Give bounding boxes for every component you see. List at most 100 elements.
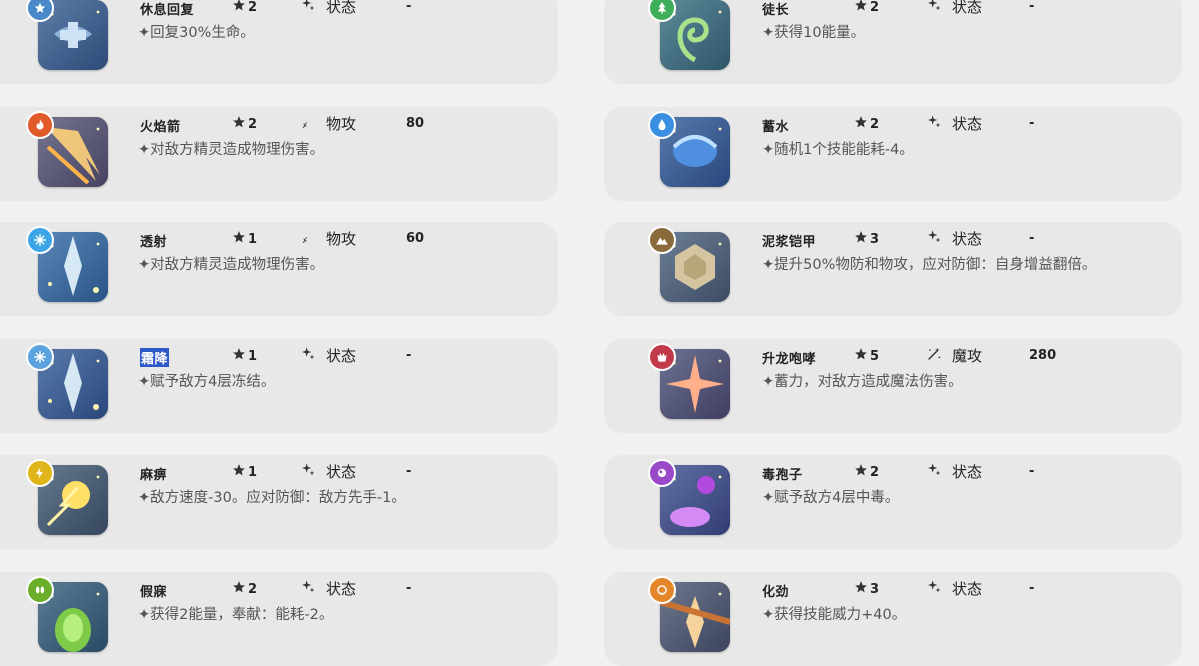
- skill-description: ✦提升50%物防和物攻，应对防御：自身增益翻倍。: [762, 257, 1097, 273]
- skill-name: 假寐: [140, 585, 168, 600]
- star-icon: [232, 347, 246, 365]
- skill-power: -: [1029, 231, 1035, 246]
- energy-cost: 1: [232, 463, 257, 481]
- cost-value: 2: [248, 0, 258, 15]
- skill-category: 状态: [926, 228, 982, 249]
- sparkle-icon: [926, 229, 942, 249]
- skill-card[interactable]: 休息回复 2 状态 - ✦回复30%生命。: [0, 0, 558, 84]
- energy-cost: 3: [854, 230, 879, 248]
- cost-value: 5: [870, 348, 880, 364]
- sparkle-icon: [926, 0, 942, 17]
- skill-card[interactable]: 蓄水 2 状态 - ✦随机1个技能能耗-4。: [604, 107, 1182, 201]
- skill-category: 状态: [300, 461, 356, 482]
- skill-card[interactable]: 升龙咆哮 5 魔攻 280 ✦蓄力，对敌方造成魔法伤害。: [604, 339, 1182, 433]
- skill-card[interactable]: 泥浆铠甲 3 状态 - ✦提升50%物防和物攻，应对防御：自身增益翻倍。: [604, 222, 1182, 316]
- water-type-icon: [648, 111, 676, 139]
- energy-cost: 2: [232, 580, 257, 598]
- skill-power: -: [1029, 581, 1035, 596]
- magic-icon: [926, 346, 942, 366]
- skill-name: 毒孢子: [762, 468, 803, 483]
- energy-cost: 2: [854, 115, 879, 133]
- category-label: 魔攻: [952, 347, 983, 365]
- electric-type-icon: [26, 459, 54, 487]
- skill-power: -: [406, 0, 412, 14]
- ice-type-icon: [26, 343, 54, 371]
- skill-description: ✦赋予敌方4层冻结。: [138, 374, 276, 390]
- ground-type-icon: [648, 226, 676, 254]
- skill-card[interactable]: 火焰箭 2 物攻 80 ✦对敌方精灵造成物理伤害。: [0, 107, 558, 201]
- poison-type-icon: [648, 459, 676, 487]
- energy-cost: 2: [232, 115, 257, 133]
- energy-cost: 2: [854, 0, 879, 16]
- skill-description: ✦获得10能量。: [762, 25, 866, 41]
- skill-card[interactable]: 透射 1 物攻 60 ✦对敌方精灵造成物理伤害。: [0, 222, 558, 316]
- skill-power: -: [406, 348, 412, 363]
- sword-icon: [300, 229, 316, 249]
- skill-power: -: [1029, 116, 1035, 131]
- category-label: 状态: [326, 463, 357, 481]
- skill-name: 泥浆铠甲: [762, 235, 817, 250]
- skill-description: ✦对敌方精灵造成物理伤害。: [138, 257, 325, 273]
- ice-type-icon: [26, 226, 54, 254]
- skill-card[interactable]: 假寐 2 状态 - ✦获得2能量，奉献：能耗-2。: [0, 572, 558, 666]
- fighting-type-icon: [648, 576, 676, 604]
- skill-card[interactable]: 霜降 1 状态 - ✦赋予敌方4层冻结。: [0, 339, 558, 433]
- category-label: 状态: [326, 347, 357, 365]
- star-icon: [854, 0, 868, 16]
- skill-card[interactable]: 化劲 3 状态 - ✦获得技能威力+40。: [604, 572, 1182, 666]
- skill-description: ✦赋予敌方4层中毒。: [762, 490, 900, 506]
- skill-name: 化劲: [762, 585, 790, 600]
- skill-category: 魔攻: [926, 345, 982, 366]
- star-icon: [232, 230, 246, 248]
- cost-value: 1: [248, 348, 258, 364]
- energy-cost: 5: [854, 347, 879, 365]
- energy-cost: 1: [232, 230, 257, 248]
- dragon-type-icon: [648, 343, 676, 371]
- skill-description: ✦敌方速度-30。应对防御：敌方先手-1。: [138, 490, 406, 506]
- skill-name: 徒长: [762, 3, 790, 18]
- skill-description: ✦回复30%生命。: [138, 25, 255, 41]
- cost-value: 2: [248, 116, 258, 132]
- skill-category: 状态: [926, 461, 982, 482]
- cost-value: 3: [870, 231, 880, 247]
- sparkle-icon: [926, 579, 942, 599]
- category-label: 状态: [952, 463, 983, 481]
- category-label: 状态: [326, 0, 357, 16]
- skill-category: 状态: [300, 345, 356, 366]
- skill-description: ✦随机1个技能能耗-4。: [762, 142, 914, 158]
- skill-category: 状态: [926, 578, 982, 599]
- skill-power: -: [406, 464, 412, 479]
- skill-card[interactable]: 麻痹 1 状态 - ✦敌方速度-30。应对防御：敌方先手-1。: [0, 455, 558, 549]
- skill-name: 霜降: [140, 348, 170, 367]
- category-label: 物攻: [326, 115, 357, 133]
- skill-card[interactable]: 毒孢子 2 状态 - ✦赋予敌方4层中毒。: [604, 455, 1182, 549]
- category-label: 状态: [952, 0, 983, 16]
- skill-name: 麻痹: [140, 468, 168, 483]
- cost-value: 3: [870, 581, 880, 597]
- skill-description: ✦获得2能量，奉献：能耗-2。: [138, 607, 334, 623]
- skill-category: 物攻: [300, 228, 356, 249]
- skill-power: 80: [406, 116, 425, 131]
- star-icon: [854, 463, 868, 481]
- skill-category: 状态: [300, 578, 356, 599]
- star-icon: [232, 580, 246, 598]
- cost-value: 1: [248, 231, 258, 247]
- sparkle-icon: [926, 462, 942, 482]
- skill-description: ✦蓄力，对敌方造成魔法伤害。: [762, 374, 963, 390]
- star-icon: [232, 463, 246, 481]
- star-icon: [854, 230, 868, 248]
- cost-value: 2: [870, 116, 880, 132]
- skill-description: ✦对敌方精灵造成物理伤害。: [138, 142, 325, 158]
- sparkle-icon: [300, 0, 316, 17]
- skill-power: -: [406, 581, 412, 596]
- sparkle-icon: [300, 579, 316, 599]
- sparkle-icon: [300, 346, 316, 366]
- skill-category: 状态: [300, 0, 356, 17]
- star-icon: [854, 115, 868, 133]
- category-label: 状态: [952, 580, 983, 598]
- skill-category: 状态: [926, 0, 982, 17]
- skill-card[interactable]: 徒长 2 状态 - ✦获得10能量。: [604, 0, 1182, 84]
- skill-name: 升龙咆哮: [762, 352, 817, 367]
- sparkle-icon: [926, 114, 942, 134]
- energy-cost: 2: [232, 0, 257, 16]
